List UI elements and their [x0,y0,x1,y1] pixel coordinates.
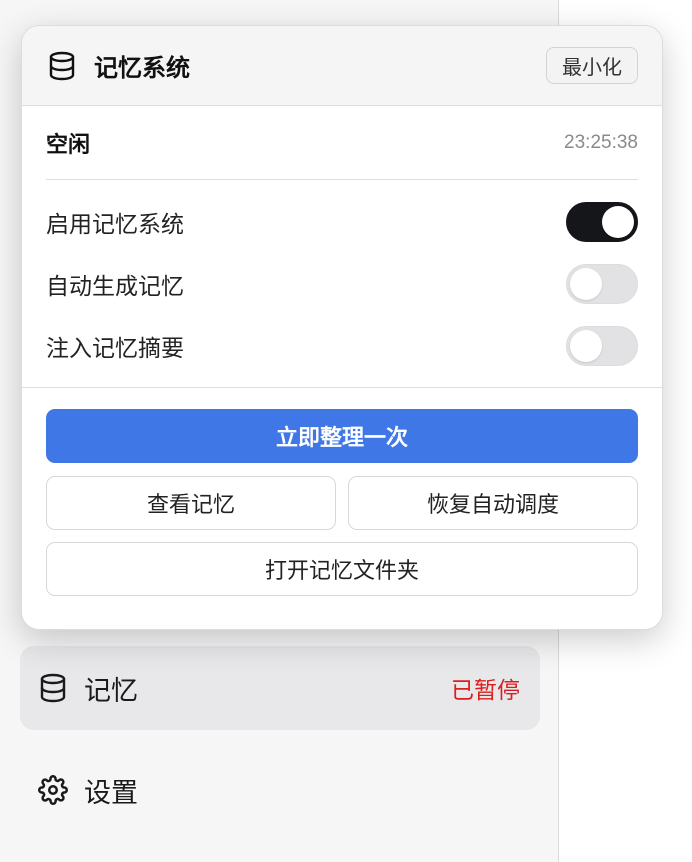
gear-icon [38,775,68,805]
toggle-knob [602,206,634,238]
status-badge: 已暂停 [451,678,520,704]
button-row: 查看记忆 恢复自动调度 [46,476,638,530]
organize-now-button[interactable]: 立即整理一次 [46,409,638,463]
sidebar-item-settings[interactable]: 设置 [20,748,540,832]
database-icon [38,673,68,703]
inject-summary-toggle[interactable] [566,326,638,366]
toggle-label: 启用记忆系统 [46,212,184,238]
view-memory-button[interactable]: 查看记忆 [46,476,336,530]
sidebar-item-label: 设置 [84,777,138,809]
resume-schedule-button[interactable]: 恢复自动调度 [348,476,638,530]
memory-popup: 记忆系统 最小化 空闲 23:25:38 启用记忆系统 自动生成记忆 注入记忆摘… [21,25,663,630]
toggle-knob [570,330,602,362]
sidebar-item-label: 记忆 [84,675,138,707]
action-area: 立即整理一次 查看记忆 恢复自动调度 打开记忆文件夹 [22,388,662,596]
sidebar-item-memory[interactable]: 记忆 已暂停 [20,646,540,730]
toggle-row-enable-memory: 启用记忆系统 [46,191,638,253]
toggle-row-inject-summary: 注入记忆摘要 [46,315,638,377]
toggle-row-auto-generate: 自动生成记忆 [46,253,638,315]
minimize-button[interactable]: 最小化 [546,47,638,84]
enable-memory-toggle[interactable] [566,202,638,242]
database-icon [46,50,78,82]
open-folder-button[interactable]: 打开记忆文件夹 [46,542,638,596]
status-text: 空闲 [46,132,91,158]
auto-generate-toggle[interactable] [566,264,638,304]
popup-header: 记忆系统 最小化 [22,26,662,106]
popup-title: 记忆系统 [94,54,190,82]
toggle-knob [570,268,602,300]
status-timestamp: 23:25:38 [564,131,638,153]
toggle-label: 注入记忆摘要 [46,336,184,362]
status-row: 空闲 23:25:38 [46,106,638,180]
toggle-list: 启用记忆系统 自动生成记忆 注入记忆摘要 [22,180,662,388]
toggle-label: 自动生成记忆 [46,274,184,300]
